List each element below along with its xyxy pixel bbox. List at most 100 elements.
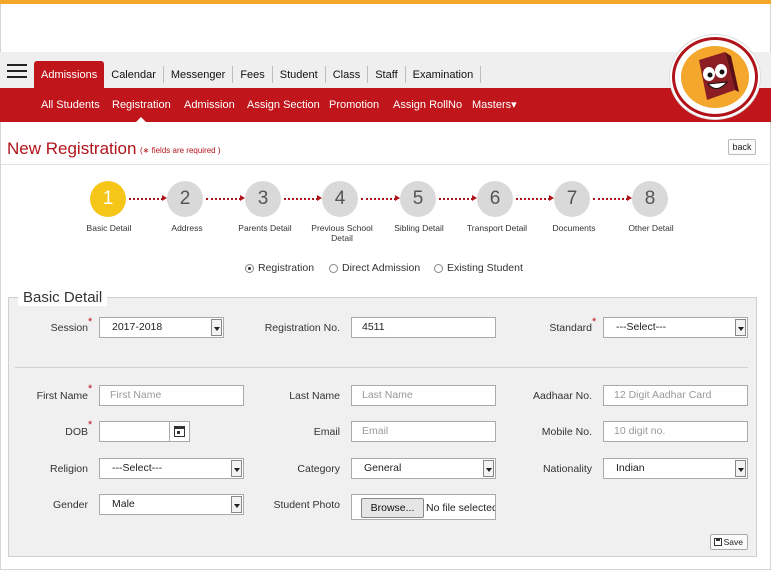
first-name-field[interactable]: First Name — [99, 385, 244, 406]
standard-label: Standard — [549, 322, 592, 334]
step-label-sibling-detail: Sibling Detail — [394, 223, 444, 233]
religion-value: ---Select--- — [112, 462, 163, 474]
dob-field[interactable] — [99, 421, 170, 442]
step-label-basic-detail: Basic Detail — [86, 223, 132, 233]
back-button[interactable]: back — [728, 139, 756, 155]
session-label: Session — [50, 322, 88, 334]
radio-button-selected[interactable] — [245, 263, 254, 273]
student-photo-file-input[interactable]: Browse... No file selected. — [351, 494, 496, 520]
standard-value: ---Select--- — [616, 321, 667, 333]
dropdown-arrow-icon — [483, 460, 494, 477]
religion-label: Religion — [50, 463, 88, 475]
required-mark: * — [88, 383, 93, 395]
nationality-select[interactable]: Indian — [603, 458, 748, 479]
dropdown-arrow-icon — [735, 460, 746, 477]
tab-class[interactable]: Class — [326, 66, 369, 83]
step-connector — [439, 195, 477, 201]
subnav-masters-label: Masters — [472, 99, 512, 111]
tab-examination[interactable]: Examination — [406, 66, 482, 83]
chevron-down-icon: ▾ — [511, 99, 517, 111]
radio-button[interactable] — [434, 263, 443, 273]
subnav-promotion[interactable]: Promotion — [329, 88, 379, 122]
religion-select[interactable]: ---Select--- — [99, 458, 244, 479]
step-connector — [129, 195, 167, 201]
subnav-all-students[interactable]: All Students — [41, 88, 100, 122]
registration-no-label: Registration No. — [264, 322, 340, 334]
category-select[interactable]: General — [351, 458, 496, 479]
subnav-assign-rollno[interactable]: Assign RollNo — [393, 88, 462, 122]
title-divider — [0, 164, 771, 165]
dob-label: DOB — [65, 426, 88, 438]
main-tabs: Admissions Calendar Messenger Fees Stude… — [34, 61, 482, 88]
file-status: No file selected. — [426, 502, 496, 514]
step-4[interactable]: 4 — [322, 181, 358, 217]
gender-value: Male — [112, 498, 135, 510]
browse-button[interactable]: Browse... — [361, 498, 424, 518]
nationality-value: Indian — [616, 462, 645, 474]
step-label-documents: Documents — [552, 223, 596, 233]
tab-fees[interactable]: Fees — [233, 66, 273, 83]
gender-label: Gender — [52, 499, 88, 511]
radio-direct-admission[interactable]: Direct Admission — [329, 262, 420, 274]
step-label-other-detail: Other Detail — [628, 223, 674, 233]
required-mark: * — [88, 316, 93, 328]
step-8[interactable]: 8 — [632, 181, 668, 217]
aadhaar-label: Aadhaar No. — [533, 390, 592, 402]
step-1[interactable]: 1 — [90, 181, 126, 217]
radio-button[interactable] — [329, 263, 338, 273]
tab-admissions[interactable]: Admissions — [34, 61, 105, 88]
email-field[interactable]: Email — [351, 421, 496, 442]
email-label: Email — [313, 426, 340, 438]
mobile-label: Mobile No. — [541, 426, 592, 438]
radio-label: Registration — [258, 262, 315, 274]
radio-existing-student[interactable]: Existing Student — [434, 262, 523, 274]
session-value: 2017-2018 — [112, 321, 163, 333]
step-6[interactable]: 6 — [477, 181, 513, 217]
last-name-field[interactable]: Last Name — [351, 385, 496, 406]
step-7[interactable]: 7 — [554, 181, 590, 217]
subnav-masters[interactable]: Masters▾ — [472, 88, 517, 122]
session-select[interactable]: 2017-2018 — [99, 317, 224, 338]
mascot-face — [681, 46, 749, 108]
form-separator — [15, 367, 748, 368]
gender-select[interactable]: Male — [99, 494, 244, 515]
subnav-admission[interactable]: Admission — [184, 88, 235, 122]
dropdown-arrow-icon — [735, 319, 746, 336]
mobile-field[interactable]: 10 digit no. — [603, 421, 748, 442]
menu-icon[interactable] — [7, 64, 27, 78]
save-icon — [714, 538, 722, 546]
mascot-logo — [672, 37, 758, 117]
page-title: New Registration — [7, 139, 137, 158]
step-label-parents-detail: Parents Detail — [238, 223, 292, 233]
dropdown-arrow-icon — [231, 460, 242, 477]
step-2[interactable]: 2 — [167, 181, 203, 217]
category-label: Category — [297, 463, 340, 475]
required-note-text: fields are required ) — [149, 146, 221, 155]
calendar-icon — [174, 426, 185, 437]
tab-calendar[interactable]: Calendar — [104, 66, 164, 83]
subnav-assign-section[interactable]: Assign Section — [247, 88, 320, 122]
step-connector — [206, 195, 245, 201]
required-mark: * — [88, 419, 93, 431]
calendar-button[interactable] — [169, 421, 190, 442]
aadhaar-field[interactable]: 12 Digit Aadhar Card — [603, 385, 748, 406]
section-legend: Basic Detail — [18, 289, 108, 306]
last-name-label: Last Name — [289, 390, 340, 402]
category-value: General — [364, 462, 402, 474]
save-button[interactable]: Save — [710, 534, 748, 550]
required-mark: * — [592, 316, 597, 328]
tab-staff[interactable]: Staff — [368, 66, 406, 83]
subnav-registration[interactable]: Registration — [112, 88, 171, 122]
standard-select[interactable]: ---Select--- — [603, 317, 748, 338]
registration-no-field[interactable]: 4511 — [351, 317, 496, 338]
radio-registration[interactable]: Registration — [245, 262, 314, 274]
nationality-label: Nationality — [542, 463, 592, 475]
tab-student[interactable]: Student — [273, 66, 326, 83]
step-5[interactable]: 5 — [400, 181, 436, 217]
step-3[interactable]: 3 — [245, 181, 281, 217]
step-label-transport-detail: Transport Detail — [466, 223, 528, 233]
tab-messenger[interactable]: Messenger — [164, 66, 234, 83]
step-connector — [593, 195, 632, 201]
save-label: Save — [723, 537, 743, 547]
radio-label: Direct Admission — [342, 262, 421, 274]
